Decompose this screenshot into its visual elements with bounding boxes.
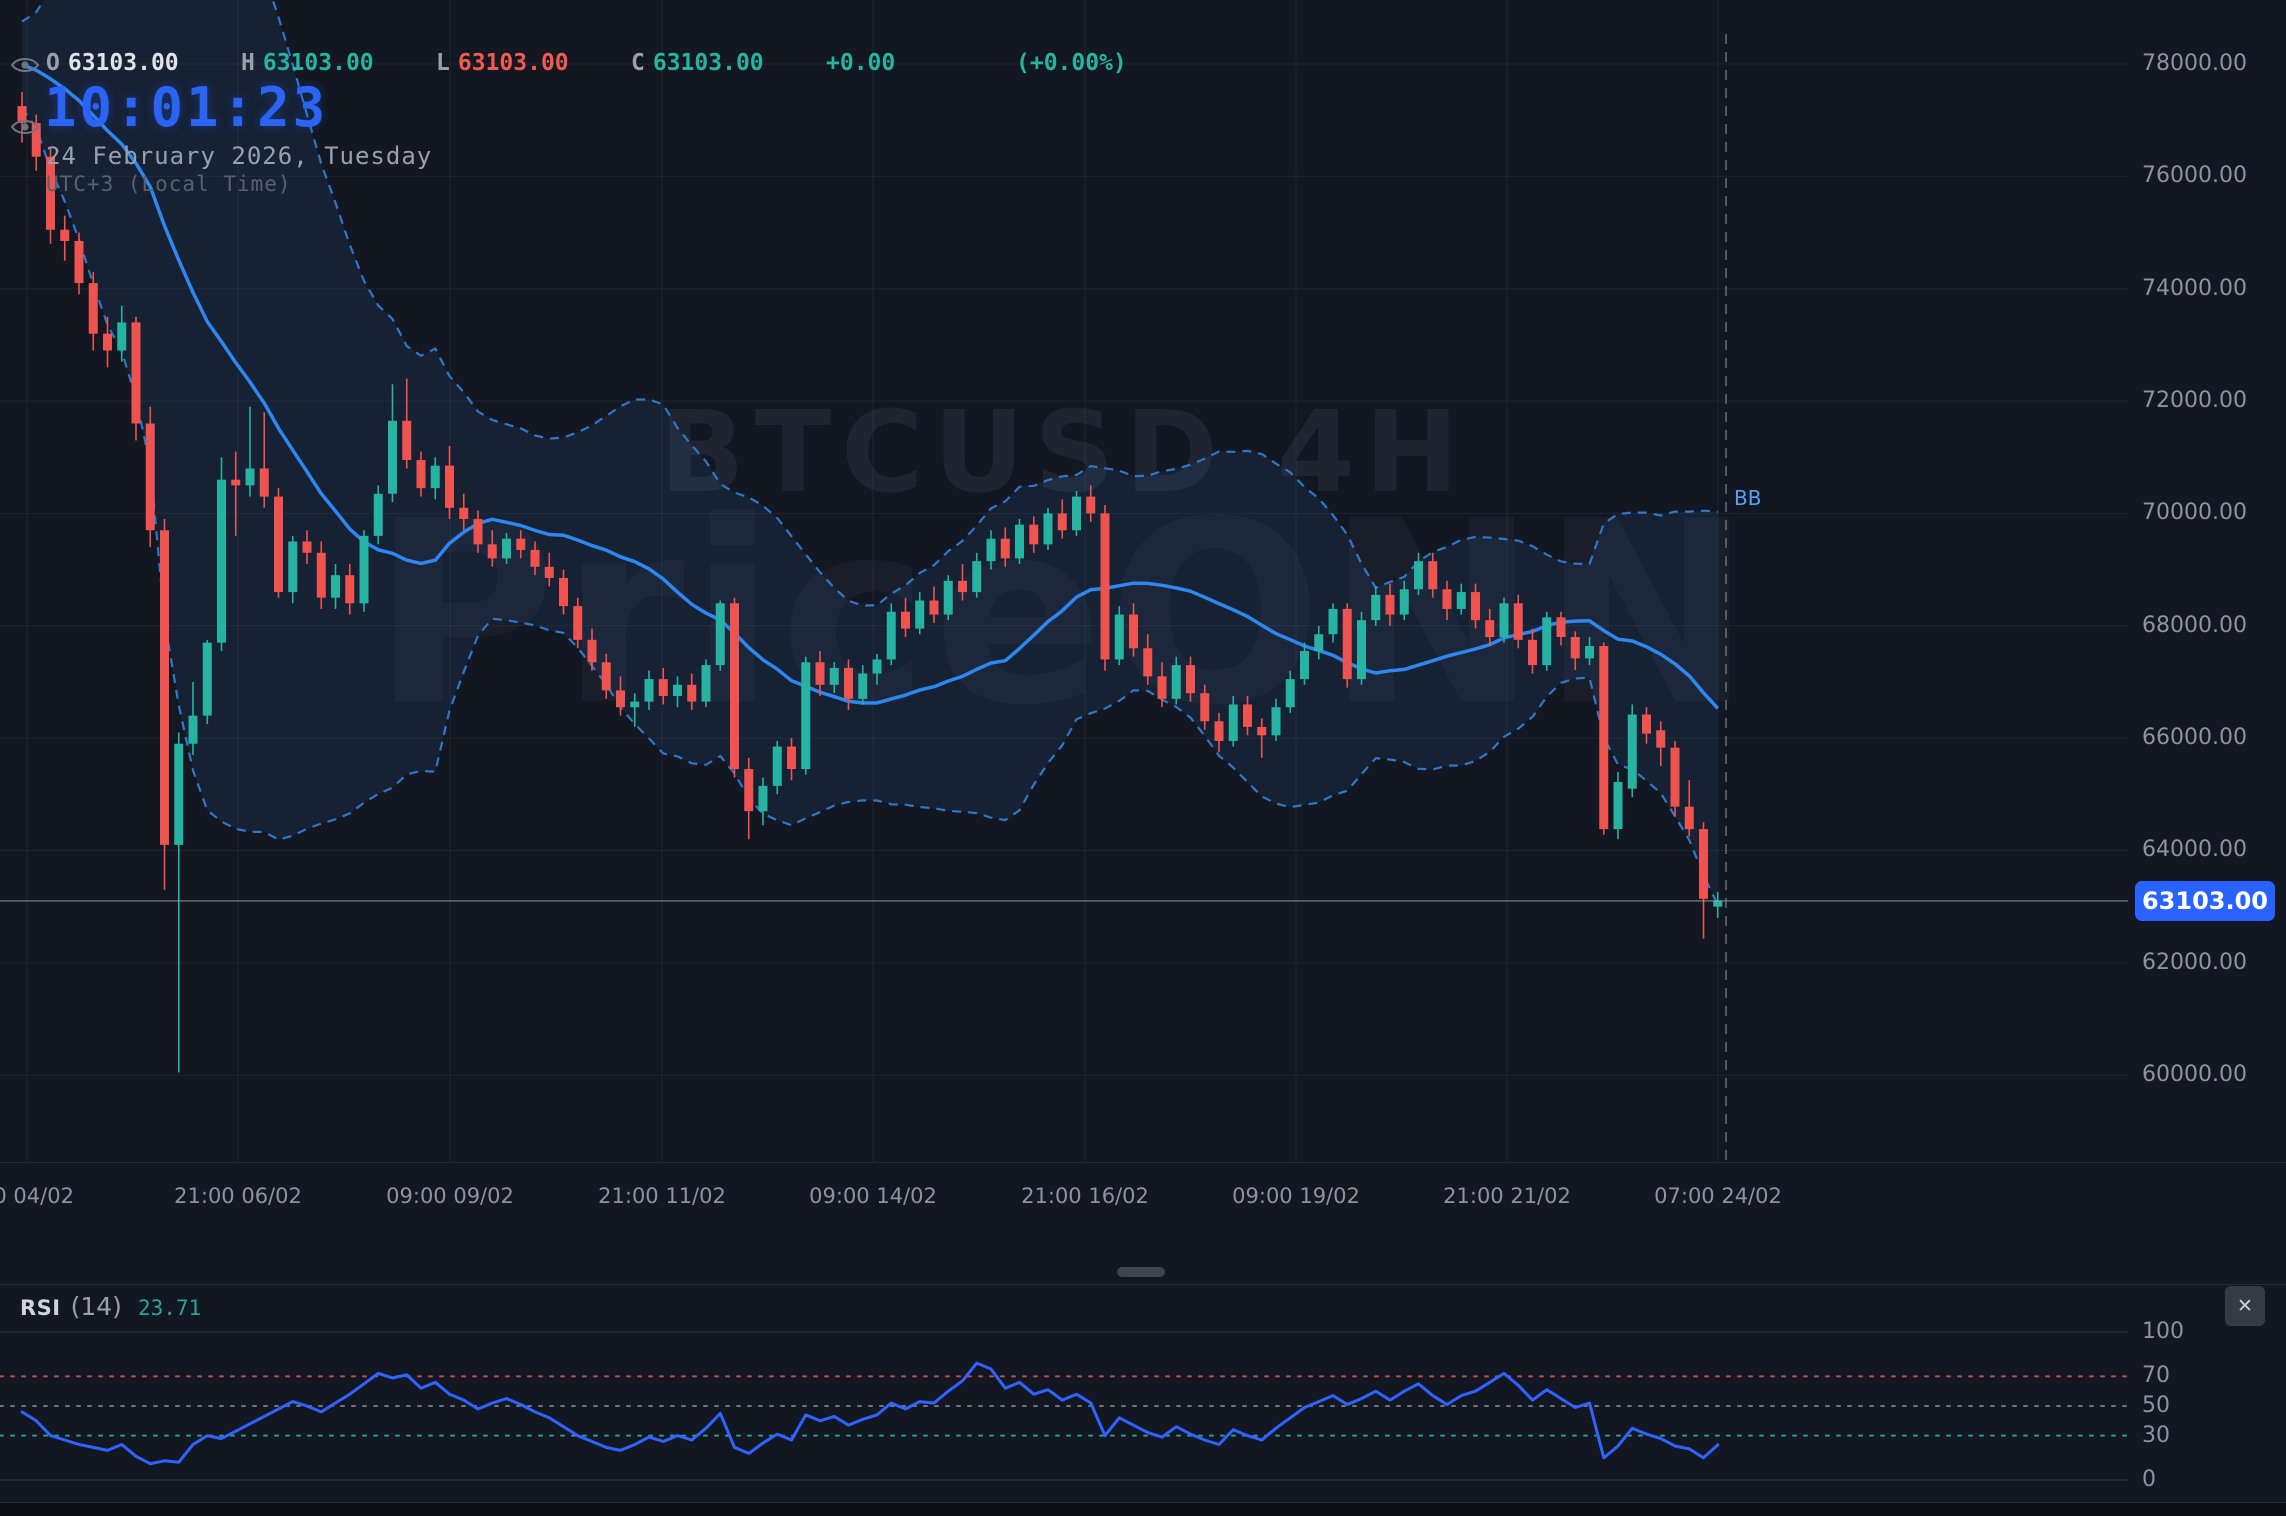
bollinger-band-label: BB xyxy=(1734,486,1761,510)
clock-display: 10:01:23 xyxy=(44,76,328,139)
pane-resize-handle[interactable] xyxy=(1117,1267,1165,1277)
rsi-tick-label: 0 xyxy=(2142,1467,2156,1492)
eye-visibility-icon[interactable] xyxy=(10,116,40,138)
close-indicator-button[interactable]: ✕ xyxy=(2225,1286,2265,1326)
close-icon: ✕ xyxy=(2237,1295,2253,1317)
legend-low: L63103.00 xyxy=(436,50,631,76)
rsi-tick-label: 50 xyxy=(2142,1393,2170,1418)
clock-timezone: UTC+3 (Local Time) xyxy=(46,172,292,196)
legend-change-percent: (+0.00%) xyxy=(1016,50,1211,76)
rsi-pane[interactable] xyxy=(0,1288,2128,1500)
trading-chart-window: BTCUSD 4H PriceONN O63103.00 H63103.00 L… xyxy=(0,0,2286,1516)
ohlc-legend: O63103.00 H63103.00 L63103.00 C63103.00 … xyxy=(46,50,1211,76)
pane-separator xyxy=(0,1284,2286,1285)
rsi-tick-label: 30 xyxy=(2142,1423,2170,1448)
bottom-edge xyxy=(0,1503,2286,1516)
time-axis-separator xyxy=(0,1162,2286,1163)
time-axis[interactable] xyxy=(0,1166,2286,1232)
legend-open: O63103.00 xyxy=(46,50,241,76)
eye-visibility-icon[interactable] xyxy=(10,54,40,76)
rsi-tick-label: 70 xyxy=(2142,1363,2170,1388)
price-axis[interactable] xyxy=(2128,0,2286,1162)
rsi-tick-label: 100 xyxy=(2142,1319,2184,1344)
legend-close: C63103.00 xyxy=(631,50,826,76)
legend-change: +0.00 xyxy=(826,50,1016,76)
legend-high: H63103.00 xyxy=(241,50,436,76)
clock-date: 24 February 2026, Tuesday xyxy=(46,142,432,170)
